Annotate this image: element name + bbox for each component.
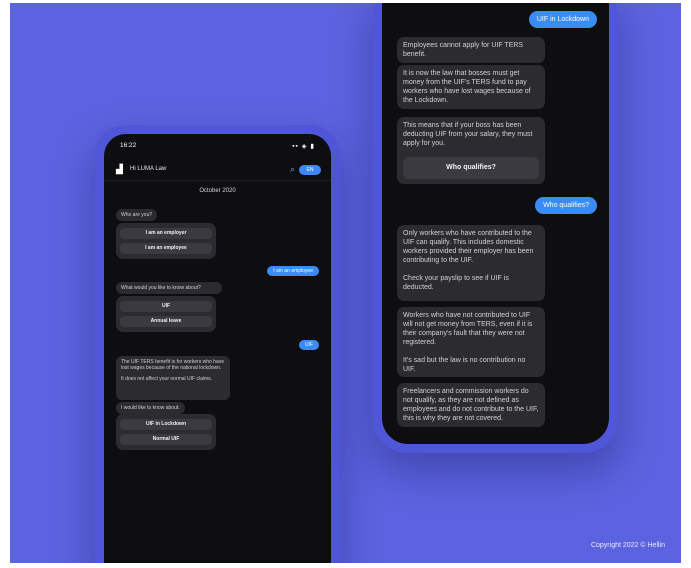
message-text: It's sad but the law is no contribution … — [403, 357, 526, 373]
message-bubble: Who are you? — [116, 209, 158, 221]
outgoing-message: Who qualifies? — [535, 197, 597, 214]
status-time: 16:22 — [120, 142, 137, 149]
notch — [169, 134, 266, 148]
message-bubble: Freelancers and commission workers do no… — [397, 383, 545, 427]
luma-logo-icon: ▟ — [116, 164, 123, 174]
date-divider: October 2020 — [199, 188, 236, 194]
message-bubble: Workers who have not contributed to UIF … — [397, 307, 545, 377]
phone-right-screen: UIF in Lockdown Employees cannot apply f… — [382, 3, 609, 444]
message-bubble: It is now the law that bosses must get m… — [397, 65, 545, 109]
stage: 16:22 ▪▪ ◈ ▮ ▟ Hi LUMA Law ⌕ EN October … — [0, 0, 691, 568]
message-text: Only workers who have contributed to the… — [403, 230, 534, 264]
message-text: Workers who have not contributed to UIF … — [403, 312, 533, 346]
message-bubble: Only workers who have contributed to the… — [397, 225, 545, 301]
chat-title: Hi LUMA Law — [130, 166, 167, 172]
option-uif-lockdown-button[interactable]: UIF in Lockdown — [120, 419, 212, 430]
outgoing-message: I am an employee — [267, 266, 319, 276]
message-text: It does not affect your normal UIF claim… — [121, 376, 213, 382]
message-bubble: The UIF TERS benefit is for workers who … — [116, 356, 230, 400]
phone-left-screen: 16:22 ▪▪ ◈ ▮ ▟ Hi LUMA Law ⌕ EN October … — [104, 134, 331, 563]
message-text: This means that if your boss has been de… — [403, 122, 533, 147]
option-group: UIF in Lockdown Normal UIF — [116, 414, 216, 450]
option-uif-button[interactable]: UIF — [120, 301, 212, 312]
option-employer-button[interactable]: I am an employer — [120, 228, 212, 239]
chat-header: ▟ Hi LUMA Law ⌕ EN — [104, 160, 331, 181]
option-group: UIF Annual leave — [116, 296, 216, 332]
promo-canvas: 16:22 ▪▪ ◈ ▮ ▟ Hi LUMA Law ⌕ EN October … — [10, 3, 681, 563]
option-group: I am an employer I am an employee — [116, 223, 216, 259]
message-bubble: What would you like to know about? — [116, 282, 222, 294]
phone-left: 16:22 ▪▪ ◈ ▮ ▟ Hi LUMA Law ⌕ EN October … — [95, 125, 340, 563]
copyright-text: Copyright 2022 © Hellin — [590, 542, 665, 549]
status-indicators: ▪▪ ◈ ▮ — [292, 143, 315, 150]
option-normal-uif-button[interactable]: Normal UIF — [120, 434, 212, 445]
outgoing-message: UIF — [298, 340, 319, 350]
message-text: Check your payslip to see if UIF is dedu… — [403, 275, 509, 291]
message-bubble: Employees cannot apply for UIF TERS bene… — [397, 37, 545, 63]
phone-right: UIF in Lockdown Employees cannot apply f… — [373, 3, 618, 453]
option-employee-button[interactable]: I am an employee — [120, 243, 212, 254]
option-annual-leave-button[interactable]: Annual leave — [120, 316, 212, 327]
message-text: The UIF TERS benefit is for workers who … — [121, 359, 225, 371]
search-icon[interactable]: ⌕ — [290, 164, 295, 175]
who-qualifies-button[interactable]: Who qualifies? — [403, 157, 539, 179]
outgoing-message: UIF in Lockdown — [528, 11, 597, 28]
language-toggle[interactable]: EN — [299, 165, 321, 175]
message-bubble: I would like to know about: — [116, 402, 185, 414]
